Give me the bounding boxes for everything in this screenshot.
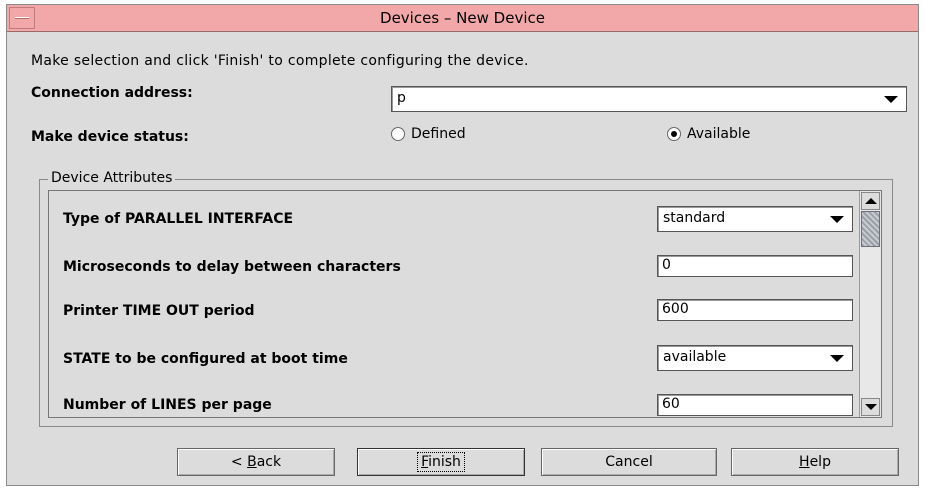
- radio-unchecked-icon: [391, 127, 405, 141]
- arrow-down-icon: [865, 404, 877, 410]
- scrollbar-thumb[interactable]: [861, 211, 880, 247]
- cancel-button[interactable]: Cancel: [541, 448, 717, 476]
- parallel-interface-value: standard: [663, 210, 726, 226]
- help-button-mnemonic: H: [799, 454, 810, 470]
- attr-label-boot-state: STATE to be configured at boot time: [63, 351, 348, 367]
- title-bar[interactable]: Devices – New Device: [7, 5, 918, 32]
- attributes-scroll-pane[interactable]: Type of PARALLEL INTERFACE standard Micr…: [48, 190, 882, 418]
- attr-label-parallel-interface: Type of PARALLEL INTERFACE: [63, 211, 294, 227]
- char-delay-input[interactable]: 0: [657, 255, 853, 277]
- help-button-rest: elp: [809, 454, 831, 470]
- attr-label-timeout: Printer TIME OUT period: [63, 303, 255, 319]
- timeout-input[interactable]: 600: [657, 299, 853, 321]
- connection-address-value: p: [397, 90, 406, 106]
- scroll-down-button[interactable]: [861, 398, 880, 416]
- status-radio-available-label: Available: [687, 126, 751, 142]
- back-button-rest: ack: [256, 454, 282, 470]
- finish-button-focus: Finish: [417, 452, 465, 472]
- attr-label-char-delay: Microseconds to delay between characters: [63, 259, 401, 275]
- device-attributes-group: Device Attributes Type of PARALLEL INTER…: [39, 170, 893, 427]
- boot-state-combo[interactable]: available: [657, 345, 853, 371]
- help-button[interactable]: Help: [731, 448, 899, 476]
- parallel-interface-combo[interactable]: standard: [657, 206, 853, 232]
- lines-per-page-value: 60: [662, 396, 680, 412]
- connection-address-combo[interactable]: p: [391, 86, 907, 112]
- instructions-text: Make selection and click 'Finish' to com…: [31, 53, 529, 69]
- lines-per-page-input[interactable]: 60: [657, 394, 853, 416]
- vertical-scrollbar[interactable]: [859, 191, 881, 417]
- status-radio-defined[interactable]: Defined: [391, 126, 466, 142]
- radio-checked-icon: [667, 127, 681, 141]
- boot-state-value: available: [663, 349, 727, 365]
- status-radio-available[interactable]: Available: [667, 126, 750, 142]
- new-device-dialog: Devices – New Device Make selection and …: [6, 4, 919, 486]
- back-button-mnemonic: B: [247, 454, 257, 470]
- device-attributes-title: Device Attributes: [48, 170, 176, 186]
- back-button[interactable]: < Back: [177, 448, 335, 476]
- attr-label-lines-per-page: Number of LINES per page: [63, 397, 272, 413]
- chevron-down-icon: [830, 216, 844, 223]
- arrow-up-icon: [865, 198, 877, 204]
- window-title: Devices – New Device: [380, 9, 545, 27]
- chevron-down-icon: [830, 355, 844, 362]
- chevron-down-icon: [884, 96, 898, 103]
- char-delay-value: 0: [662, 257, 671, 273]
- connection-address-label: Connection address:: [31, 85, 193, 101]
- scroll-up-button[interactable]: [861, 192, 880, 210]
- finish-button-rest: inish: [428, 454, 461, 470]
- timeout-value: 600: [662, 301, 689, 317]
- device-status-label: Make device status:: [31, 129, 189, 145]
- back-button-prefix: <: [230, 454, 248, 470]
- finish-button[interactable]: Finish: [357, 448, 525, 476]
- status-radio-defined-label: Defined: [411, 126, 466, 142]
